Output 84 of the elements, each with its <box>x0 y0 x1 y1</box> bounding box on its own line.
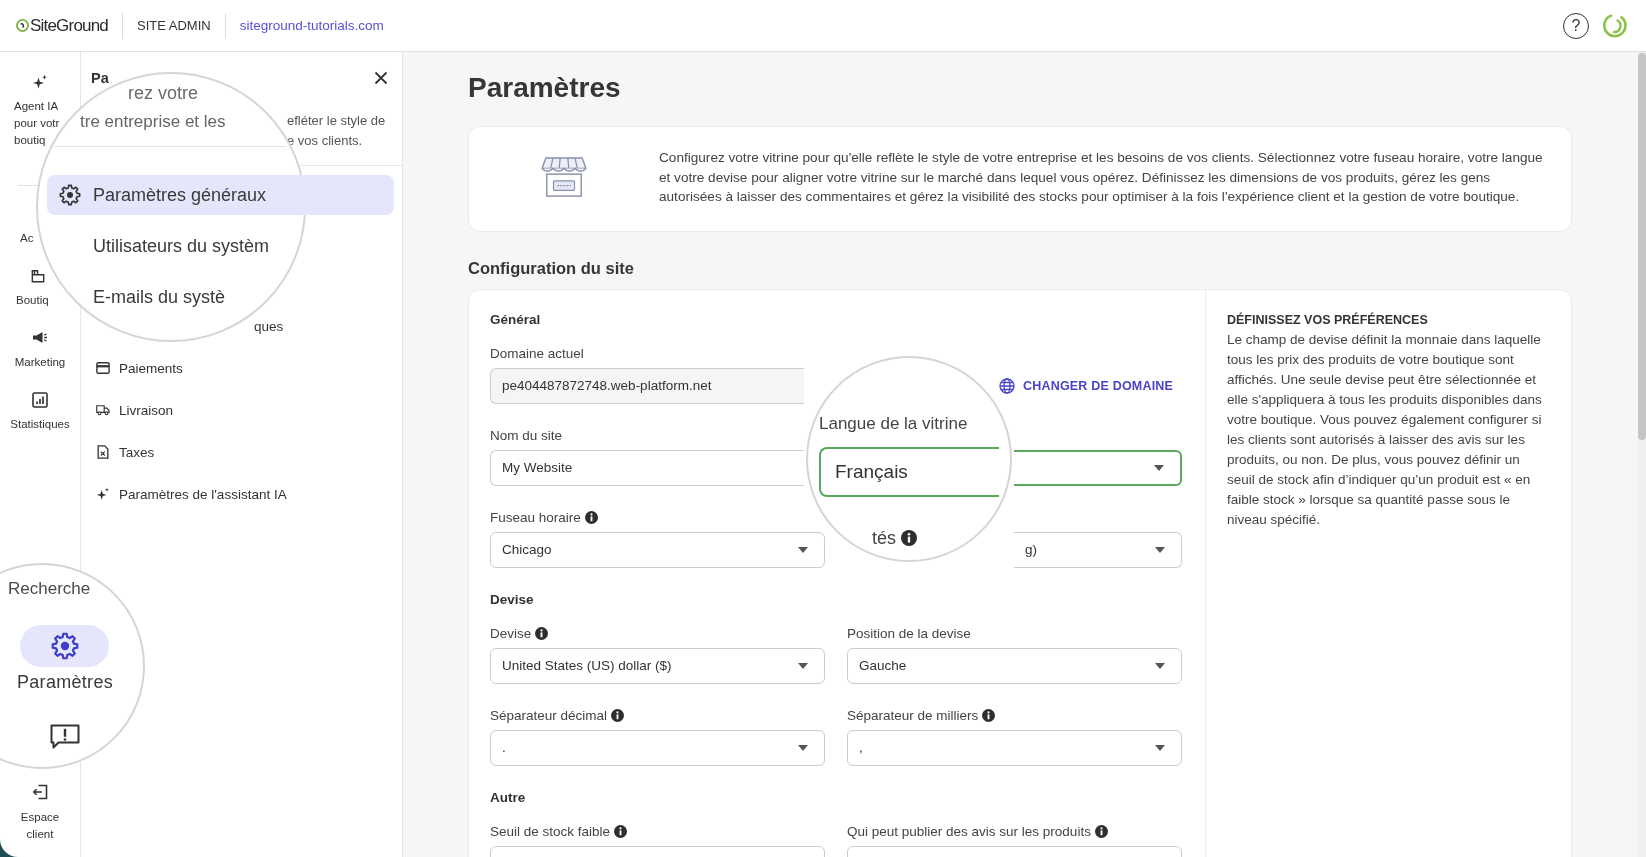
nav-label[interactable]: Paramètres <box>16 672 113 692</box>
group-heading: Autre <box>490 788 527 807</box>
select-field[interactable]: Chicago <box>490 531 825 568</box>
group-heading: Devise <box>490 590 535 609</box>
intro-text: Configurez votre vitrine pour qu'elle reflète le style de votre entreprise et les besoins de vos clients. Sélectionnez votre fuseau horaire, votre langue et votre devise pour aligner votre vitrine sur le marché dans lequel vous opérez. Définissez les dimensions de vos produits, gérez les gens autorisées à laisser des commentaires et gérez la visibilité des stocks pour optimiser à la fois l'expérience client et la gestion de votre boutique. <box>659 149 1544 206</box>
menu-item[interactable]: Paramètres de l'assistant IA <box>96 484 287 504</box>
nav-label[interactable]: Espace client <box>20 809 60 843</box>
change-domain-link[interactable]: CHANGER DE DOMAINE <box>999 377 1174 394</box>
field-label: Seuil de stock faible <box>490 824 611 839</box>
caret-icon <box>1155 662 1165 669</box>
info-icon[interactable] <box>982 709 996 722</box>
card-icon <box>96 361 110 375</box>
feedback-icon[interactable] <box>50 724 80 750</box>
menu-item[interactable]: Utilisateurs du systèm <box>93 226 270 266</box>
magnified-title: rez votre <box>128 84 199 102</box>
select-field[interactable]: . <box>490 729 825 766</box>
magnified-description: tre entreprise et les <box>80 112 226 132</box>
help-title: DÉFINISSEZ VOS PRÉFÉRENCES <box>1227 311 1429 329</box>
menu-item[interactable]: E-mails du systè <box>93 277 226 317</box>
field-label: Qui peut publier des avis sur les produits <box>847 824 1091 839</box>
select-field[interactable]: , <box>847 729 1182 766</box>
nav-label[interactable]: Boutiq <box>16 293 49 307</box>
caret-icon <box>1155 546 1165 553</box>
menu-item[interactable]: Paramètres généraux <box>47 175 394 215</box>
caret-icon <box>798 744 808 751</box>
field-label: tés <box>872 528 896 548</box>
info-icon[interactable] <box>584 511 598 524</box>
field-label: Devise <box>490 626 532 641</box>
language-select[interactable]: Français <box>819 447 999 497</box>
caret-icon <box>798 546 808 553</box>
group-heading: Général <box>490 310 542 329</box>
sparkle-icon[interactable] <box>32 74 48 90</box>
door-arrow-icon[interactable] <box>32 784 48 800</box>
text-field[interactable]: My Website <box>490 449 804 486</box>
chart-icon[interactable] <box>32 392 48 408</box>
settings-icon <box>59 184 81 206</box>
menu-item[interactable]: Taxes <box>96 442 155 462</box>
info-icon[interactable] <box>614 825 628 838</box>
field-label: Séparateur décimal <box>490 708 608 723</box>
menu-item[interactable]: Livraison <box>96 400 174 420</box>
field-label: Fuseau horaire <box>490 510 581 525</box>
settings-icon[interactable] <box>20 625 110 667</box>
site-link[interactable]: siteground-tutorials.com <box>239 18 384 33</box>
swirl-icon <box>16 18 29 33</box>
select-field[interactable]: g) <box>1014 531 1182 568</box>
globe-icon <box>999 377 1015 394</box>
box-icon[interactable] <box>31 269 45 283</box>
info-icon[interactable] <box>1094 825 1108 838</box>
document-icon <box>96 445 110 459</box>
truck-icon <box>96 403 110 417</box>
field-label: Langue de la vitrine <box>819 414 968 434</box>
brand-logo[interactable]: SiteGround <box>30 15 108 36</box>
help-text: Le champ de devise définit la monnaie dans laquelle tous les prix des produits de votre boutique sont affichés. Une seule devise peut être sélectionnée et elle s'appliquera à tous les produits disponibles dans votre boutique. Vous pouvez également configurer si les clients sont autorisés à laisser des avis sur les produits, ou non. De plus, vous pouvez définir un seuil de stock afin d’indiquer qu’un produit est « en faible stock » lorsque sa quantité passe sous le niveau spécifié. <box>1227 330 1543 529</box>
help-button[interactable]: ? <box>1563 12 1589 39</box>
scrollbar-thumb[interactable] <box>1638 53 1646 440</box>
nav-label[interactable]: Marketing <box>14 355 66 369</box>
nav-label[interactable]: Ac <box>20 231 34 245</box>
panel-title: Pa <box>91 70 109 86</box>
info-icon[interactable] <box>901 530 917 546</box>
select-field[interactable] <box>1014 449 1182 486</box>
nav-label[interactable]: Agent IA pour votr boutiq <box>14 98 60 149</box>
select-field[interactable]: United States (US) dollar ($) <box>490 647 825 684</box>
field-label: Nom du site <box>490 428 563 443</box>
storefront-icon <box>541 156 587 199</box>
section-label: SITE ADMIN <box>137 18 211 33</box>
nav-label[interactable]: Statistiques <box>10 417 70 431</box>
menu-item[interactable]: Paiements <box>96 358 183 378</box>
domain-field[interactable]: pe404487872748.web-platform.net <box>490 367 804 404</box>
caret-icon <box>1154 464 1164 471</box>
info-icon[interactable] <box>535 627 549 640</box>
menu-item[interactable]: ques <box>254 316 284 336</box>
caret-icon <box>1155 744 1165 751</box>
field-label: Séparateur de milliers <box>847 708 979 723</box>
megaphone-icon[interactable] <box>32 330 48 346</box>
section-title: Configuration du site <box>468 257 635 279</box>
info-icon[interactable] <box>611 709 625 722</box>
field-label: Domaine actuel <box>490 346 584 361</box>
sparkle-icon <box>96 487 110 501</box>
field-label: Position de la devise <box>847 626 971 641</box>
close-icon[interactable] <box>374 71 388 85</box>
caret-icon <box>798 662 808 669</box>
select-field[interactable]: Gauche <box>847 647 1182 684</box>
nav-label[interactable]: Recherche <box>8 579 91 599</box>
page-title: Paramètres <box>468 71 622 105</box>
